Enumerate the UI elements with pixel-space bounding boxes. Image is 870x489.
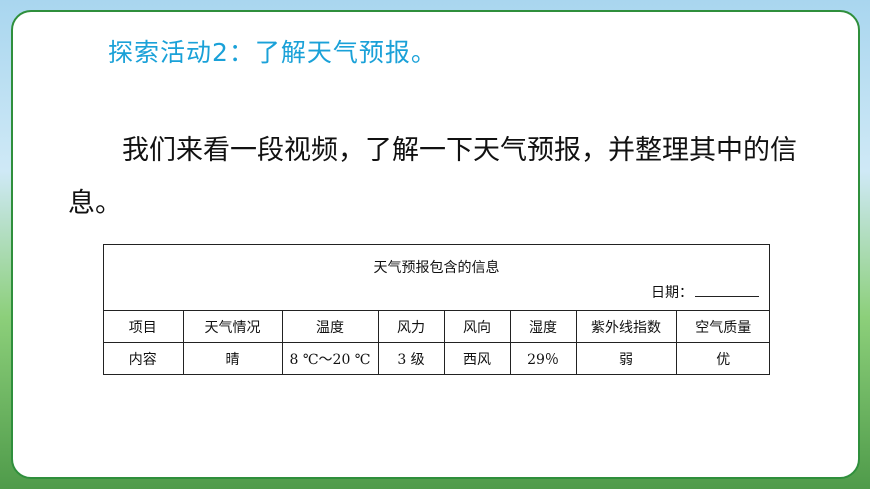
header-cell: 紫外线指数 (575, 310, 677, 343)
date-blank-line (695, 282, 759, 297)
data-cell: 8 ℃～20 ℃ (281, 342, 379, 374)
date-label: 日期： (651, 285, 693, 301)
data-cell: 弱 (575, 342, 677, 374)
instruction-paragraph: 我们来看一段视频，了解一下天气预报，并整理其中的信息。 (68, 135, 797, 219)
activity-title: 探索活动2：了解天气预报。 (108, 38, 437, 67)
table-caption: 天气预报包含的信息 (373, 260, 500, 276)
header-cell: 空气质量 (675, 310, 770, 343)
header-cell: 天气情况 (182, 310, 283, 343)
data-cell: 内容 (103, 342, 184, 374)
data-cell: 西风 (443, 342, 511, 374)
data-cell: 3 级 (377, 342, 445, 374)
header-cell: 温度 (281, 310, 379, 343)
date-field: 日期： (651, 282, 759, 302)
header-cell: 湿度 (509, 310, 577, 343)
weather-info-table: 天气预报包含的信息 日期： 项目 天气情况 温度 风力 风向 湿度 紫外线指数 … (103, 244, 770, 375)
table-header-row: 项目 天气情况 温度 风力 风向 湿度 紫外线指数 空气质量 (103, 310, 770, 343)
data-cell: 晴 (182, 342, 283, 374)
data-cell: 29％ (509, 342, 577, 374)
data-cell: 优 (675, 342, 770, 374)
header-cell: 风向 (443, 310, 511, 343)
info-grid: 项目 天气情况 温度 风力 风向 湿度 紫外线指数 空气质量 内容 晴 8 ℃～… (103, 310, 770, 374)
header-cell: 项目 (103, 310, 184, 343)
table-row: 内容 晴 8 ℃～20 ℃ 3 级 西风 29％ 弱 优 (103, 342, 770, 374)
header-cell: 风力 (377, 310, 445, 343)
